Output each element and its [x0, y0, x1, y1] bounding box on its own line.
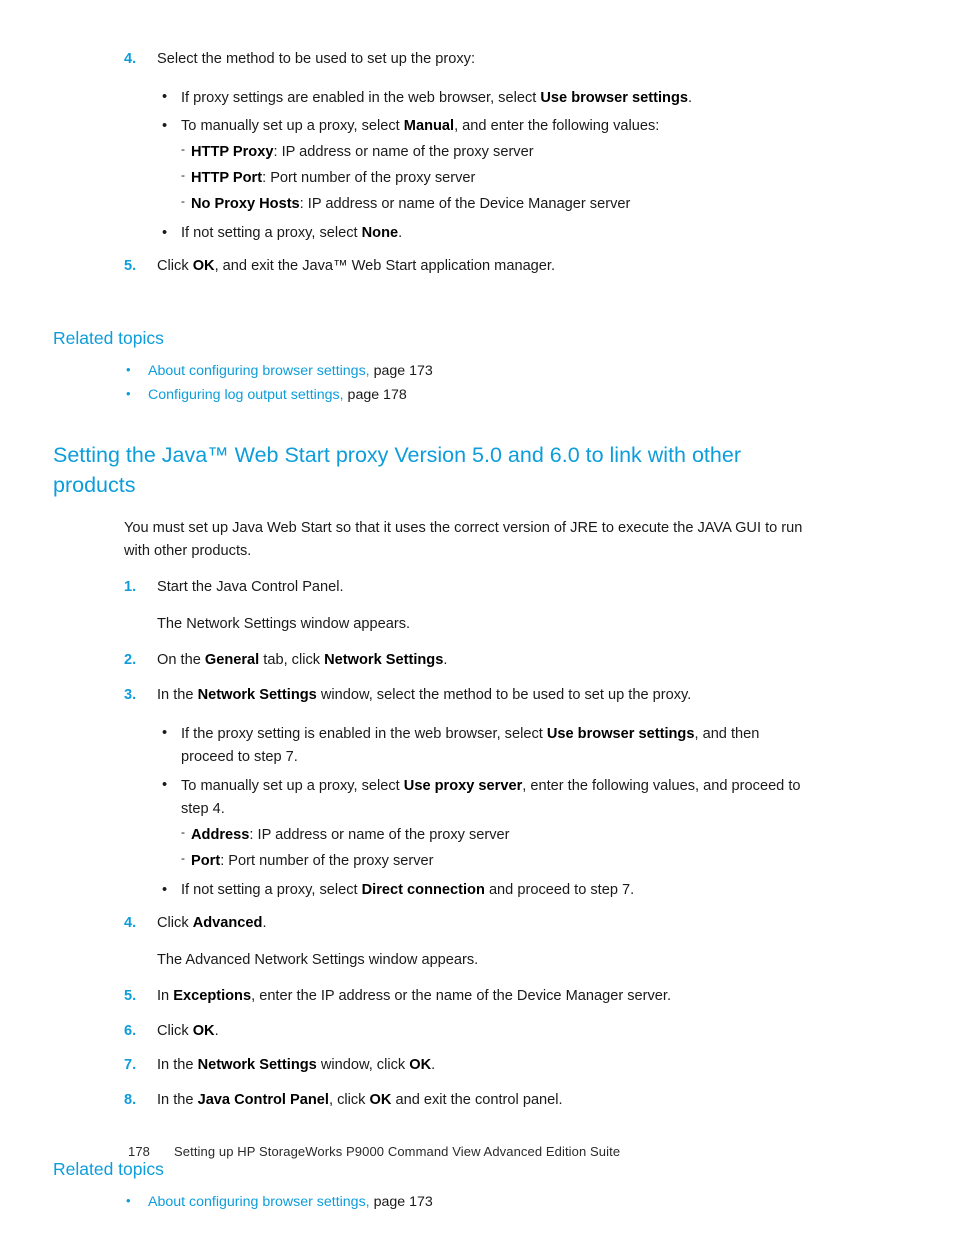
term-label: HTTP Port — [191, 170, 263, 187]
page-number: 178 — [128, 1144, 150, 1159]
bullet-text: If not setting a proxy, select None. — [181, 225, 403, 242]
step-number: 4. — [124, 51, 137, 67]
step-text: In the Network Settings window, click OK… — [157, 1057, 436, 1074]
numbered-step-4: 4. Select the method to be used to set u… — [124, 48, 805, 72]
step-number: 5. — [124, 988, 137, 1005]
page-reference: page 173 — [369, 363, 433, 380]
dash-icon: - — [181, 168, 185, 183]
step-text: In the Network Settings window, select t… — [157, 686, 692, 703]
step4-bullet-list: • If proxy settings are enabled in the w… — [0, 87, 954, 246]
term-desc: : Port number of the proxy server — [220, 853, 434, 870]
page-footer: 178 Setting up HP StorageWorks P9000 Comm… — [128, 1144, 620, 1159]
term-label: Address — [191, 827, 250, 844]
page-reference: page 173 — [369, 1193, 433, 1210]
step-text: In Exceptions, enter the IP address or t… — [157, 988, 672, 1005]
list-item: - Address: IP address or name of the pro… — [181, 823, 802, 848]
list-item: • About configuring browser settings, pa… — [124, 1191, 954, 1215]
term-desc: : IP address or name of the proxy server — [249, 827, 510, 844]
related-topics-heading-2: Related topics — [53, 1158, 164, 1179]
numbered-step-2: 2. On the General tab, click Network Set… — [124, 649, 805, 673]
section-intro-paragraph: You must set up Java Web Start so that i… — [124, 519, 803, 560]
list-item: • To manually set up a proxy, select Use… — [161, 775, 802, 874]
step-number: 1. — [124, 578, 137, 595]
bullet-icon: • — [126, 1192, 131, 1208]
step-text: Start the Java Control Panel. — [157, 578, 344, 595]
bullet-icon: • — [126, 362, 131, 378]
bullet-icon: • — [162, 224, 168, 241]
bullet-text: If not setting a proxy, select Direct co… — [181, 882, 635, 899]
step-number: 7. — [124, 1057, 137, 1074]
numbered-step-1: 1. Start the Java Control Panel. — [124, 576, 805, 600]
list-item: • Configuring log output settings, page … — [124, 384, 954, 408]
term-desc: : IP address or name of the Device Manag… — [299, 196, 631, 213]
sub-definition-list: - Address: IP address or name of the pro… — [181, 823, 802, 874]
related-topic-link[interactable]: About configuring browser settings — [148, 1194, 366, 1210]
numbered-step-4b: 4. Click Advanced. — [124, 912, 805, 936]
list-item: - HTTP Port: Port number of the proxy se… — [181, 166, 802, 191]
bullet-icon: • — [162, 881, 168, 898]
numbered-step-7: 7. In the Network Settings window, click… — [124, 1054, 805, 1078]
bullet-icon: • — [126, 385, 131, 401]
numbered-step-6: 6. Click OK. — [124, 1020, 805, 1044]
step-text: Click OK, and exit the Java™ Web Start a… — [157, 257, 556, 274]
bullet-text: To manually set up a proxy, select Manua… — [181, 118, 660, 135]
list-item: - Port: Port number of the proxy server — [181, 849, 802, 874]
list-item: • If not setting a proxy, select None. — [161, 222, 802, 246]
related-topic-link[interactable]: About configuring browser settings — [148, 363, 366, 379]
term-label: Port — [191, 853, 221, 870]
related-topic-link[interactable]: Configuring log output settings — [148, 387, 340, 403]
step-text: Select the method to be used to set up t… — [157, 51, 476, 67]
list-item: • If not setting a proxy, select Direct … — [161, 879, 802, 903]
bullet-icon: • — [162, 725, 168, 742]
step-number: 2. — [124, 652, 137, 669]
list-item: • If the proxy setting is enabled in the… — [161, 723, 802, 770]
numbered-step-8: 8. In the Java Control Panel, click OK a… — [124, 1089, 805, 1113]
bullet-text: If proxy settings are enabled in the web… — [181, 89, 693, 106]
list-item: • About configuring browser settings, pa… — [124, 360, 954, 384]
bullet-text: If the proxy setting is enabled in the w… — [181, 725, 760, 766]
list-item: - HTTP Proxy: IP address or name of the … — [181, 140, 802, 165]
bullet-icon: • — [162, 117, 168, 134]
step-number: 4. — [124, 914, 137, 931]
dash-icon: - — [181, 141, 185, 156]
page-reference: page 178 — [343, 386, 407, 403]
dash-icon: - — [181, 851, 185, 866]
bullet-text: To manually set up a proxy, select Use p… — [181, 777, 801, 818]
step3-bullet-list: • If the proxy setting is enabled in the… — [0, 723, 954, 903]
step-text: Click Advanced. — [157, 914, 267, 931]
related-topics-list-2: • About configuring browser settings, pa… — [0, 1191, 954, 1215]
numbered-step-5: 5. Click OK, and exit the Java™ Web Star… — [124, 255, 805, 279]
numbered-step-3: 3. In the Network Settings window, selec… — [124, 684, 805, 708]
footer-title: Setting up HP StorageWorks P9000 Command… — [174, 1144, 621, 1159]
step-text: In the Java Control Panel, click OK and … — [157, 1092, 563, 1109]
bullet-icon: • — [162, 777, 168, 794]
list-item: • To manually set up a proxy, select Man… — [161, 115, 802, 217]
related-topics-list-1: • About configuring browser settings, pa… — [0, 360, 954, 407]
step-number: 5. — [124, 257, 137, 274]
term-desc: : IP address or name of the proxy server — [273, 143, 534, 160]
dash-icon: - — [181, 825, 185, 840]
dash-icon: - — [181, 194, 185, 209]
step-1-continuation: The Network Settings window appears. — [157, 615, 411, 632]
term-label: No Proxy Hosts — [191, 196, 300, 213]
step-4-continuation: The Advanced Network Settings window app… — [157, 951, 479, 968]
list-item: - No Proxy Hosts: IP address or name of … — [181, 192, 802, 217]
list-item: • If proxy settings are enabled in the w… — [161, 87, 802, 111]
bullet-icon: • — [162, 89, 168, 106]
term-desc: : Port number of the proxy server — [262, 170, 476, 187]
document-page: 4. Select the method to be used to set u… — [0, 0, 954, 1235]
term-label: HTTP Proxy — [191, 143, 274, 160]
section-heading-java-proxy: Setting the Java™ Web Start proxy Versio… — [53, 443, 741, 498]
related-topics-heading: Related topics — [53, 328, 164, 349]
step-number: 8. — [124, 1092, 137, 1109]
step-number: 3. — [124, 686, 137, 703]
numbered-step-5b: 5. In Exceptions, enter the IP address o… — [124, 985, 805, 1009]
sub-definition-list: - HTTP Proxy: IP address or name of the … — [181, 140, 802, 217]
step-text: On the General tab, click Network Settin… — [157, 652, 448, 669]
step-number: 6. — [124, 1022, 137, 1039]
step-text: Click OK. — [157, 1022, 219, 1039]
